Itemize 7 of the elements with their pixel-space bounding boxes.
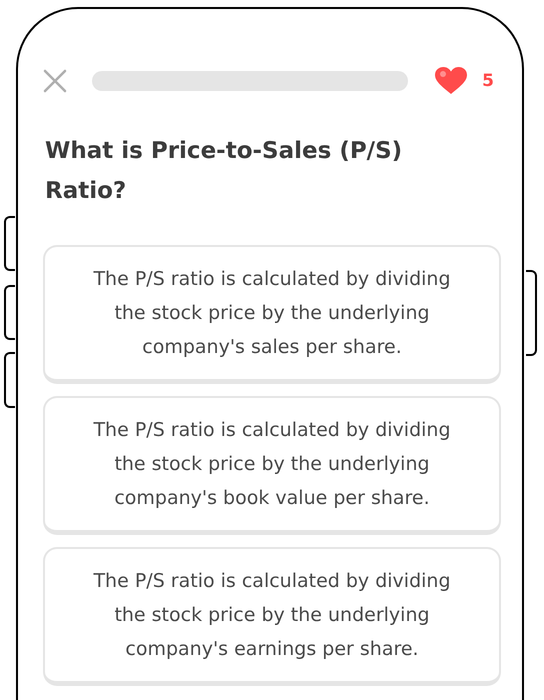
answer-option[interactable]: The P/S ratio is calculated by dividing the stock price by the underlying company's earnings per share. bbox=[43, 547, 501, 686]
lives-count: 5 bbox=[481, 71, 494, 91]
answer-option[interactable]: The P/S ratio is calculated by dividing the stock price by the underlying company's sales per share. bbox=[43, 245, 501, 384]
heart-icon bbox=[434, 67, 468, 95]
answer-option[interactable]: The P/S ratio is calculated by dividing the stock price by the underlying company's book value per share. bbox=[43, 396, 501, 535]
question-title: What is Price-to-Sales (P/S) Ratio? bbox=[45, 137, 404, 206]
close-icon[interactable] bbox=[43, 69, 67, 93]
